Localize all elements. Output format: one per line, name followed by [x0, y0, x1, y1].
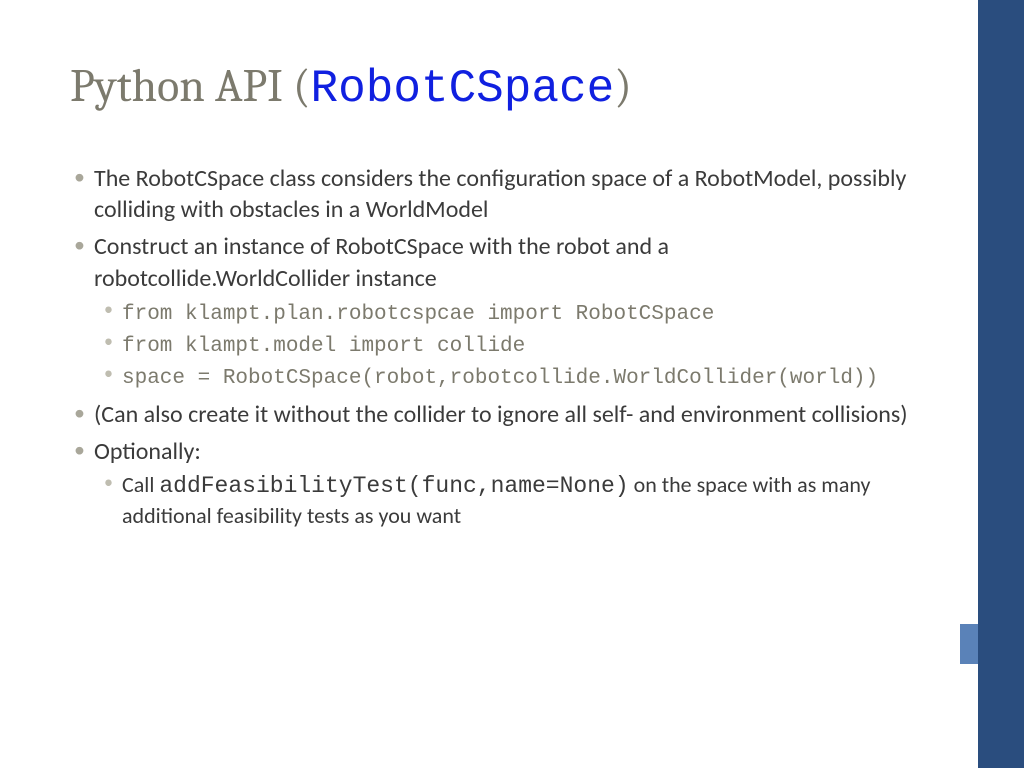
slide-content: The RobotCSpace class considers the conf… [70, 163, 910, 531]
sub-bullet-list: from klampt.plan.robotcspcae import Robo… [94, 298, 910, 393]
bullet-item: Construct an instance of RobotCSpace wit… [70, 231, 910, 392]
code-text: space = RobotCSpace(robot,robotcollide.W… [122, 367, 878, 390]
sub-bullet-item: from klampt.model import collide [94, 330, 910, 360]
bullet-text: Construct an instance of RobotCSpace wit… [94, 232, 669, 292]
sub-bullet-item: Call addFeasibilityTest(func,name=None) … [94, 471, 910, 530]
sub-bullet-text-pre: Call [122, 471, 159, 498]
bullet-text: (Can also create it without the collider… [94, 400, 908, 429]
bullet-text: Optionally: [94, 437, 201, 466]
code-text: from klampt.model import collide [122, 335, 525, 358]
sub-bullet-item: space = RobotCSpace(robot,robotcollide.W… [94, 362, 910, 392]
bullet-list: The RobotCSpace class considers the conf… [70, 163, 910, 531]
bullet-item: (Can also create it without the collider… [70, 399, 910, 430]
bullet-item: The RobotCSpace class considers the conf… [70, 163, 910, 225]
slide-title: Python API (RobotCSpace) [70, 60, 910, 115]
title-highlight: RobotCSpace [311, 63, 615, 115]
title-suffix: ) [614, 60, 632, 113]
bullet-text: The RobotCSpace class considers the conf… [94, 164, 906, 224]
title-prefix: Python API ( [70, 60, 311, 113]
sub-bullet-item: from klampt.plan.robotcspcae import Robo… [94, 298, 910, 328]
code-text: from klampt.plan.robotcspcae import Robo… [122, 303, 714, 326]
code-inline-text: addFeasibilityTest(func,name=None) [159, 473, 628, 499]
decorative-accent-dark [978, 0, 1024, 768]
bullet-item: Optionally: Call addFeasibilityTest(func… [70, 436, 910, 531]
slide: Python API (RobotCSpace) The RobotCSpace… [0, 0, 960, 768]
sub-bullet-list: Call addFeasibilityTest(func,name=None) … [94, 471, 910, 530]
